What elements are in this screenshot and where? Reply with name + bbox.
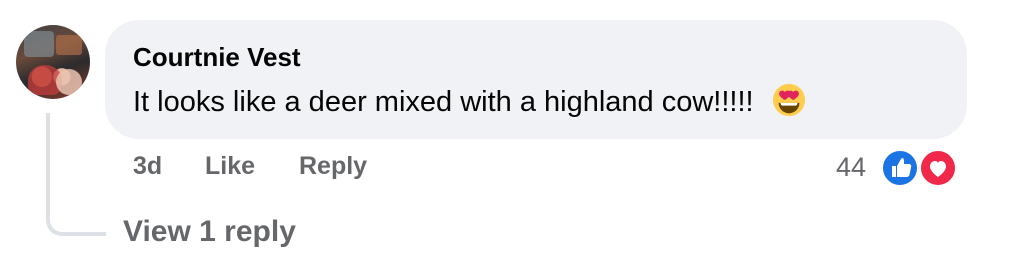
reply-button[interactable]: Reply — [299, 152, 367, 181]
view-replies-link[interactable]: View 1 reply — [123, 215, 296, 249]
comment-author[interactable]: Courtnie Vest — [133, 42, 301, 73]
like-button[interactable]: Like — [205, 152, 255, 181]
comment-bubble: Courtnie Vest It looks like a deer mixed… — [105, 20, 967, 139]
comment-container: Courtnie Vest It looks like a deer mixed… — [0, 0, 1024, 268]
love-reaction-icon — [918, 148, 958, 188]
comment-timestamp[interactable]: 3d — [133, 152, 162, 181]
avatar-photo-detail — [24, 31, 54, 57]
reaction-summary[interactable]: 44 — [836, 146, 966, 190]
heart-eyes-emoji-icon — [772, 83, 805, 117]
avatar-photo-detail — [56, 69, 82, 95]
avatar-photo-detail — [56, 35, 82, 55]
like-reaction-icon — [880, 148, 920, 188]
avatar[interactable] — [16, 25, 90, 99]
comment-text-line: It looks like a deer mixed with a highla… — [133, 83, 806, 119]
reply-thread-connector — [46, 113, 106, 236]
comment-text: It looks like a deer mixed with a highla… — [133, 86, 754, 118]
reaction-count: 44 — [836, 152, 867, 182]
